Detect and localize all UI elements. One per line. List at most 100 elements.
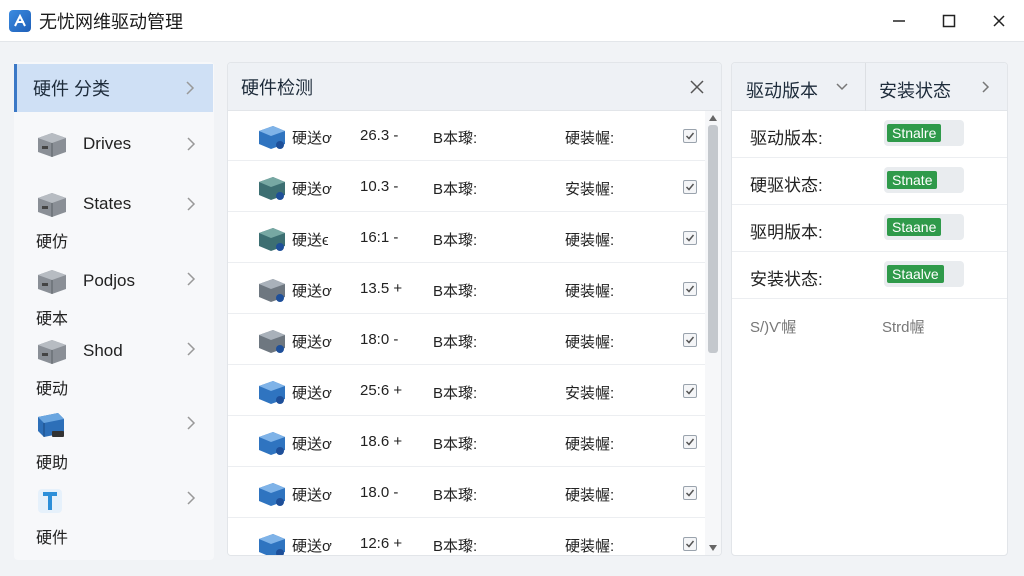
sidebar-header[interactable]: 硬件 分类	[14, 64, 213, 112]
row-checkbox[interactable]	[683, 180, 697, 194]
device-icon	[259, 330, 285, 353]
sidebar-item-label: Podjos	[83, 271, 135, 290]
sidebar-item-network[interactable]: 硬助	[14, 405, 214, 473]
table-row[interactable]: 硬送ơ 13.5 + B本瓈: 硬装幄:	[228, 264, 706, 314]
table-row[interactable]: 硬送ơ 18:0 - B本瓈: 硬装幄:	[228, 315, 706, 365]
row-checkbox[interactable]	[683, 282, 697, 296]
table-row[interactable]: 硬送ϵ 16:1 - B本瓈: 硬装幄:	[228, 213, 706, 263]
panel-header: 硬件检测	[228, 63, 721, 111]
device-status: 安装幄:	[565, 181, 615, 198]
chevron-down-icon[interactable]	[836, 83, 848, 91]
chevron-right-icon	[186, 81, 195, 95]
table-row[interactable]: 硬送ơ 18.6 + B本瓈: 硬装幄:	[228, 417, 706, 467]
sidebar-item-hardware[interactable]: 硬件	[14, 480, 214, 548]
device-version: 18:0 -	[360, 331, 399, 348]
row-checkbox[interactable]	[683, 384, 697, 398]
device-version: 10.3 -	[360, 178, 399, 195]
scroll-up-icon[interactable]	[709, 115, 717, 121]
device-icon	[259, 483, 285, 506]
device-icon	[259, 177, 285, 200]
row-checkbox[interactable]	[683, 129, 697, 143]
maximize-button[interactable]	[924, 0, 974, 42]
row-checkbox[interactable]	[683, 486, 697, 500]
close-panel-icon[interactable]	[689, 79, 705, 95]
tab-divider	[865, 63, 866, 111]
sidebar-item-podjos[interactable]: Podjos 硬本	[14, 261, 214, 329]
table-row[interactable]: 硬送ơ 18.0 - B本瓈: 硬装幄:	[228, 468, 706, 518]
device-icon	[259, 228, 285, 251]
status-badge: Staane	[884, 214, 964, 240]
device-icon	[259, 381, 285, 404]
device-version: 12:6 +	[360, 535, 403, 552]
device-status: 硬装幄:	[565, 130, 615, 147]
table-row[interactable]: 硬送ơ 10.3 - B本瓈: 安装幄:	[228, 162, 706, 212]
device-status: 硬装幄:	[565, 487, 615, 504]
device-field: B本瓈:	[433, 487, 478, 504]
drive-icon	[38, 193, 66, 217]
chevron-right-icon	[187, 137, 196, 151]
status-badge-text: Staane	[887, 218, 942, 236]
minimize-icon	[893, 20, 905, 22]
drive-icon	[38, 133, 66, 157]
sidebar-item-drives[interactable]: Drives	[14, 124, 214, 192]
row-checkbox[interactable]	[683, 537, 697, 551]
scroll-thumb[interactable]	[708, 125, 718, 353]
device-version: 16:1 -	[360, 229, 399, 246]
maximize-icon	[942, 14, 956, 28]
title-bar: 无忧网维驱动管理	[0, 0, 1024, 42]
table-row[interactable]: 硬送ơ 25:6 + B本瓈: 安装幄:	[228, 366, 706, 416]
check-icon	[685, 387, 695, 395]
device-name: 硬送ϵ	[292, 232, 329, 249]
sidebar-item-states[interactable]: States 硬仿	[14, 184, 214, 252]
detail-label: 驱明版本:	[750, 223, 823, 242]
tab-driver-version[interactable]: 驱动版本	[746, 77, 818, 103]
check-icon	[685, 540, 695, 548]
check-icon	[685, 336, 695, 344]
device-version: 18.0 -	[360, 484, 399, 501]
detail-row: 安装状态: Staalve	[732, 252, 1007, 299]
details-header: 驱动版本 安装状态	[732, 63, 1007, 111]
table-row[interactable]: 硬送ơ 26.3 - B本瓈: 硬装幄:	[228, 111, 706, 161]
scrollbar[interactable]	[705, 111, 721, 555]
device-status: 安装幄:	[565, 385, 615, 402]
panel-title: 硬件检测	[241, 77, 313, 98]
drive-icon	[38, 270, 66, 294]
row-checkbox[interactable]	[683, 435, 697, 449]
device-status: 硬装幄:	[565, 232, 615, 249]
footer-left-text: S/)Ѵ幄	[750, 319, 797, 336]
device-field: B本瓈:	[433, 283, 478, 300]
sidebar-item-label: Shod	[83, 341, 123, 360]
device-icon	[259, 432, 285, 455]
device-name: 硬送ơ	[292, 283, 332, 300]
drive-icon	[38, 340, 66, 364]
network-drive-icon	[38, 413, 64, 437]
sidebar-item-sublabel: 硬助	[36, 455, 69, 472]
row-checkbox[interactable]	[683, 231, 697, 245]
status-badge: Stnalre	[884, 120, 964, 146]
device-status: 硬装幄:	[565, 538, 615, 555]
chevron-right-icon	[187, 491, 196, 505]
table-row[interactable]: 硬送ơ 12:6 + B本瓈: 硬装幄:	[228, 519, 706, 555]
detail-label: 安装状态:	[750, 270, 823, 289]
device-status: 硬装幄:	[565, 334, 615, 351]
device-status: 硬装幄:	[565, 436, 615, 453]
tab-install-status[interactable]: 安装状态	[879, 77, 951, 103]
device-name: 硬送ơ	[292, 385, 332, 402]
check-icon	[685, 183, 695, 191]
sidebar-item-shod[interactable]: Shod 硬动	[14, 331, 214, 399]
device-version: 13.5 +	[360, 280, 403, 297]
device-field: B本瓈:	[433, 436, 478, 453]
device-name: 硬送ơ	[292, 334, 332, 351]
device-icon	[259, 534, 285, 555]
status-badge-text: Stnate	[887, 171, 938, 189]
minimize-button[interactable]	[874, 0, 924, 42]
chevron-right-icon[interactable]	[982, 81, 990, 93]
row-checkbox[interactable]	[683, 333, 697, 347]
scroll-down-icon[interactable]	[709, 545, 717, 551]
device-name: 硬送ơ	[292, 181, 332, 198]
device-icon	[259, 279, 285, 302]
status-badge: Stnate	[884, 167, 964, 193]
text-t-icon	[38, 489, 62, 513]
close-button[interactable]	[974, 0, 1024, 42]
sidebar-item-sublabel: 硬件	[36, 530, 69, 547]
